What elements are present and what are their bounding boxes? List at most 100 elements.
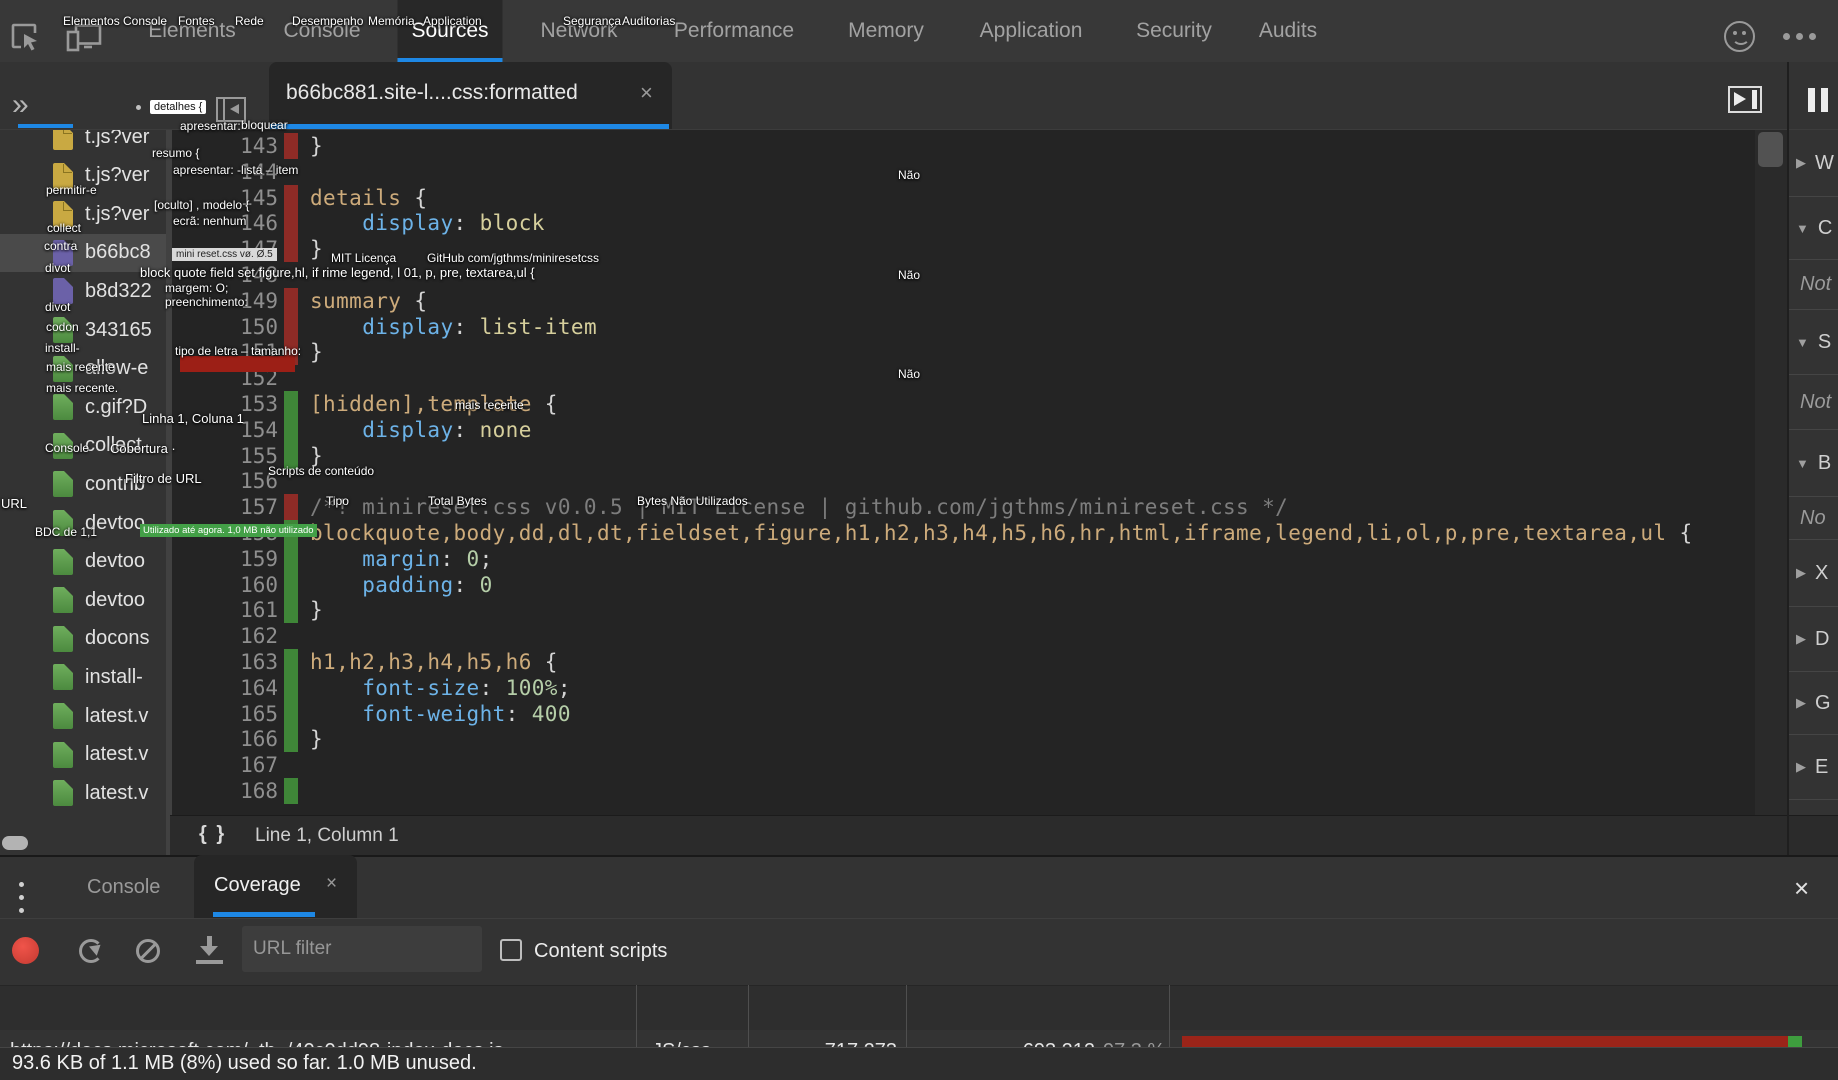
record-button[interactable] <box>12 937 39 964</box>
line-number[interactable]: 160 <box>172 572 278 598</box>
more-menu-icon[interactable] <box>1796 33 1803 40</box>
translation-overlay: Console <box>45 441 89 455</box>
line-number[interactable]: 159 <box>172 546 278 572</box>
file-tree-item-label: install- <box>85 666 143 689</box>
panel-tab-console[interactable]: Console <box>269 0 374 62</box>
code-line[interactable]: margin: 0; <box>310 546 493 572</box>
line-number[interactable]: 155 <box>172 443 278 469</box>
drawer-menu-icon[interactable] <box>19 908 24 913</box>
line-number[interactable]: 162 <box>172 623 278 649</box>
drawer-close-icon[interactable]: × <box>1794 875 1809 901</box>
sidebar-section-call-stack[interactable]: ▼C <box>1789 197 1838 260</box>
code-line[interactable]: display: none <box>310 417 532 443</box>
code-line[interactable]: h1,h2,h3,h4,h5,h6 { <box>310 649 558 675</box>
panel-tab-network[interactable]: Network <box>526 0 631 62</box>
panel-tab-performance[interactable]: Performance <box>660 0 808 62</box>
open-in-panel-icon[interactable] <box>1728 86 1762 113</box>
drawer-tab-coverage[interactable]: Coverage × <box>194 855 357 918</box>
inspect-icon[interactable] <box>10 22 40 52</box>
section-arrow-icon: ▼ <box>1796 456 1809 471</box>
line-number[interactable]: 161 <box>172 597 278 623</box>
url-filter-field[interactable] <box>242 926 482 972</box>
sidebar-section-watch[interactable]: ▶W <box>1789 130 1838 197</box>
file-tree-item-latest-v[interactable]: latest.v <box>0 774 166 812</box>
line-number[interactable]: 167 <box>172 752 278 778</box>
code-line[interactable]: blockquote,body,dd,dl,dt,fieldset,figure… <box>310 520 1693 546</box>
file-tree-item-t-js-ver[interactable]: t.js?ver <box>0 130 166 156</box>
code-line[interactable]: display: block <box>310 210 545 236</box>
code-line[interactable]: display: list-item <box>310 314 597 340</box>
line-number[interactable]: 157 <box>172 494 278 520</box>
code-line[interactable]: } <box>310 133 323 159</box>
pretty-print-icon[interactable]: { } <box>199 823 226 846</box>
sidebar-section-global-listeners[interactable]: ▶G <box>1789 672 1838 735</box>
panel-tab-audits[interactable]: Audits <box>1245 0 1331 62</box>
content-scripts-label: Content scripts <box>534 918 667 985</box>
editor-vscroll-thumb[interactable] <box>1758 132 1783 167</box>
line-number[interactable]: 165 <box>172 701 278 727</box>
usage-bar-unused <box>1182 1036 1788 1047</box>
code-line[interactable]: font-size: 100%; <box>310 675 571 701</box>
pause-script-icon[interactable] <box>1808 88 1815 112</box>
code-line[interactable]: padding: 0 <box>310 572 493 598</box>
sidebar-section-breakpoints[interactable]: ▼B <box>1789 430 1838 497</box>
drawer-tab-console[interactable]: Console <box>87 857 160 917</box>
file-tree-item-install-[interactable]: install- <box>0 658 166 696</box>
panel-tab-sources[interactable]: Sources <box>397 0 502 62</box>
file-tab[interactable]: b66bc881.site-l....css:formatted × <box>269 62 672 129</box>
file-tree-item-label: b8d322 <box>85 280 152 303</box>
sidebar-section-xhr-breakpoints[interactable]: ▶X <box>1789 540 1838 607</box>
code-token <box>310 676 362 700</box>
code-line[interactable]: } <box>310 726 323 752</box>
coverage-table-row[interactable]: https://docs.microsoft.com/..th../40c0dd… <box>0 1030 1838 1047</box>
sidebar-section-scope[interactable]: ▼S <box>1789 310 1838 375</box>
more-menu-icon[interactable] <box>1809 33 1816 40</box>
drawer-menu-icon[interactable] <box>19 882 24 887</box>
clear-icon[interactable] <box>136 939 160 963</box>
reload-icon[interactable] <box>79 939 103 963</box>
file-tree-item-latest-v[interactable]: latest.v <box>0 736 166 774</box>
translation-overlay: preenchimento: <box>165 295 248 309</box>
translation-overlay: bloquear <box>241 118 288 132</box>
feedback-smiley-icon[interactable] <box>1724 21 1755 52</box>
line-number[interactable]: 166 <box>172 726 278 752</box>
line-number[interactable]: 150 <box>172 314 278 340</box>
file-tree-item-devtoo[interactable]: devtoo <box>0 543 166 581</box>
section-label: G <box>1815 692 1831 715</box>
coverage-tab-underline <box>213 912 315 917</box>
coverage-status-text: 93.6 KB of 1.1 MB (8%) used so far. 1.0 … <box>12 1048 477 1080</box>
code-line[interactable]: font-weight: 400 <box>310 701 571 727</box>
code-line[interactable]: summary { <box>310 288 427 314</box>
file-tree-item-latest-v[interactable]: latest.v <box>0 697 166 735</box>
code-line[interactable]: } <box>310 597 323 623</box>
coverage-tab-close-icon[interactable]: × <box>326 873 337 895</box>
url-filter-input[interactable] <box>242 926 482 972</box>
file-tree-item-343165[interactable]: 343165 <box>0 311 166 349</box>
file-tab-close-icon[interactable]: × <box>640 80 653 106</box>
code-line[interactable]: } <box>310 339 323 365</box>
line-number[interactable]: 168 <box>172 778 278 804</box>
file-tree-item-docons[interactable]: docons <box>0 620 166 658</box>
device-toolbar-icon[interactable] <box>66 24 102 52</box>
sidebar-section-event-listener-breakpoints[interactable]: ▶E <box>1789 735 1838 800</box>
panel-tab-security[interactable]: Security <box>1122 0 1226 62</box>
code-line[interactable]: } <box>310 236 323 262</box>
line-number[interactable]: 163 <box>172 649 278 675</box>
more-tabs-chevron[interactable]: » <box>12 88 29 122</box>
editor-vscroll-track[interactable] <box>1755 130 1787 815</box>
panel-tab-memory[interactable]: Memory <box>834 0 938 62</box>
navigator-hscroll-thumb[interactable] <box>2 836 28 850</box>
file-tree-item-devtoo[interactable]: devtoo <box>0 581 166 619</box>
more-menu-icon[interactable] <box>1783 33 1790 40</box>
panel-tab-application[interactable]: Application <box>966 0 1097 62</box>
panel-tab-elements[interactable]: Elements <box>134 0 250 62</box>
code-line[interactable]: details { <box>310 185 427 211</box>
sidebar-section-call-stack-note: Not <box>1789 260 1838 310</box>
export-icon[interactable] <box>196 936 223 963</box>
content-scripts-checkbox[interactable] <box>500 939 522 961</box>
sidebar-section-dom-breakpoints[interactable]: ▶D <box>1789 607 1838 672</box>
drawer-menu-icon[interactable] <box>19 895 24 900</box>
pause-script-icon[interactable] <box>1821 88 1828 112</box>
file-tree-item-t-js-ver[interactable]: t.js?ver <box>0 195 166 233</box>
line-number[interactable]: 164 <box>172 675 278 701</box>
